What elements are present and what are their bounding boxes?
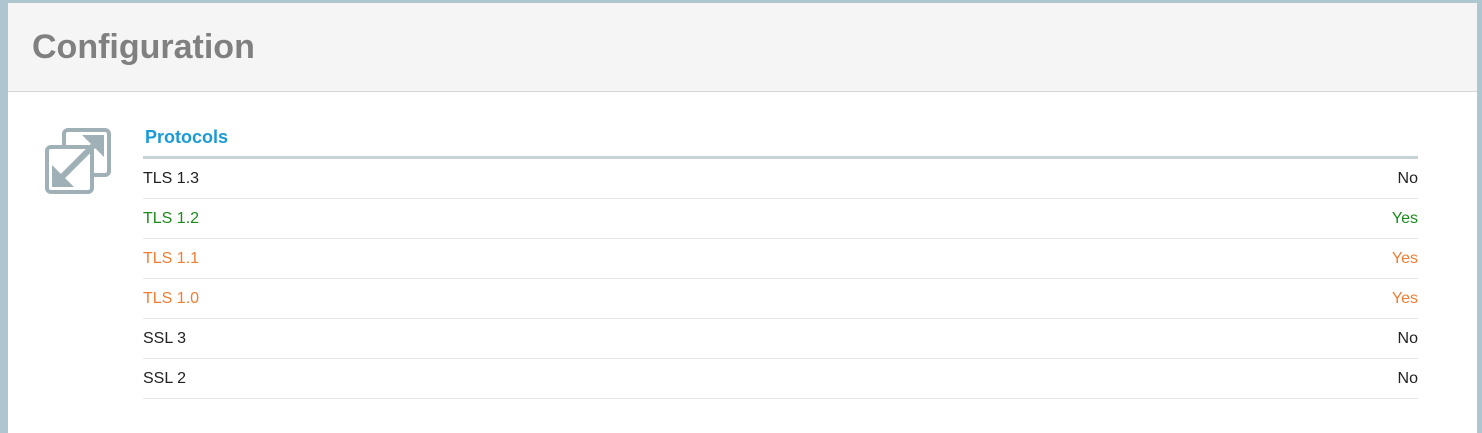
configuration-frame: Configuration Protocols TLS 1.3 No TLS 1… xyxy=(0,0,1482,433)
section-title: Configuration xyxy=(32,28,255,66)
protocol-value: Yes xyxy=(1391,289,1418,307)
protocol-name: TLS 1.3 xyxy=(143,169,200,187)
protocol-name: SSL 2 xyxy=(143,369,186,387)
section-header: Configuration xyxy=(8,3,1477,92)
protocol-row: TLS 1.2 Yes xyxy=(143,199,1418,239)
protocols-title: Protocols xyxy=(143,122,1418,159)
protocol-row: SSL 3 No xyxy=(143,319,1418,359)
protocol-row: TLS 1.0 Yes xyxy=(143,279,1418,319)
protocol-value: No xyxy=(1397,169,1418,187)
protocol-name: TLS 1.2 xyxy=(143,209,200,227)
protocol-row: TLS 1.3 No xyxy=(143,159,1418,199)
protocol-name: TLS 1.1 xyxy=(143,249,200,267)
protocol-value: No xyxy=(1397,329,1418,347)
protocols-list: TLS 1.3 No TLS 1.2 Yes TLS 1.1 Yes TLS 1… xyxy=(143,159,1418,399)
section-body: Protocols TLS 1.3 No TLS 1.2 Yes TLS 1.1… xyxy=(8,92,1477,432)
protocols-panel: Protocols TLS 1.3 No TLS 1.2 Yes TLS 1.1… xyxy=(143,122,1418,399)
protocol-value: No xyxy=(1397,369,1418,387)
expand-arrows-icon xyxy=(44,127,112,195)
protocol-row: SSL 2 No xyxy=(143,359,1418,399)
protocol-row: TLS 1.1 Yes xyxy=(143,239,1418,279)
protocol-value: Yes xyxy=(1391,209,1418,227)
protocol-name: SSL 3 xyxy=(143,329,186,347)
protocol-name: TLS 1.0 xyxy=(143,289,200,307)
protocol-value: Yes xyxy=(1391,249,1418,267)
